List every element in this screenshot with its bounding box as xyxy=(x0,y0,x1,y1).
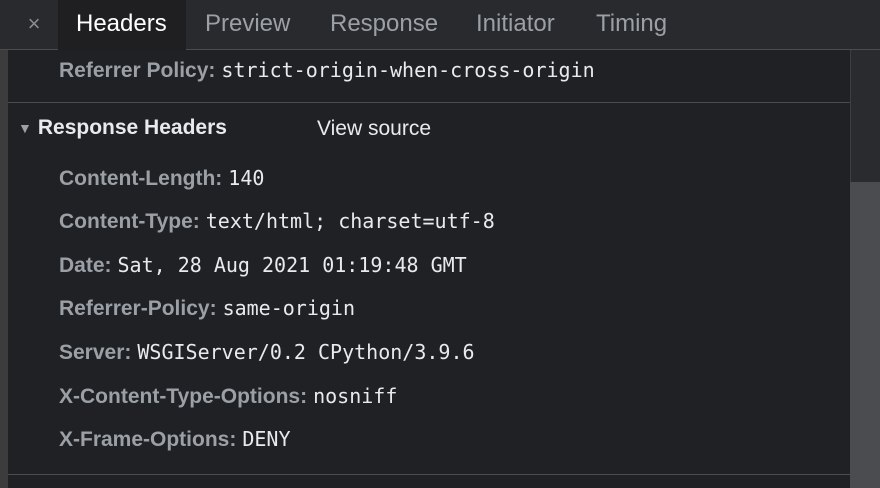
tab-initiator[interactable]: Initiator xyxy=(476,0,555,50)
devtools-network-panel: × Headers Preview Response Initiator Tim… xyxy=(0,0,880,488)
section-title: Response Headers xyxy=(37,116,227,139)
header-row-x-frame-options: X-Frame-Options: DENY xyxy=(59,427,291,452)
header-value: WSGIServer/0.2 CPython/3.9.6 xyxy=(137,340,475,364)
header-value: nosniff xyxy=(313,384,398,408)
response-headers-toggle[interactable]: ▼ Response Headers xyxy=(18,116,227,144)
left-gutter xyxy=(0,0,8,488)
tab-headers[interactable]: Headers xyxy=(58,0,186,50)
header-name: X-Frame-Options: xyxy=(59,428,237,451)
close-icon[interactable]: × xyxy=(22,8,46,40)
tab-response[interactable]: Response xyxy=(330,0,438,50)
header-row-x-content-type-options: X-Content-Type-Options: nosniff xyxy=(59,384,397,409)
tab-timing[interactable]: Timing xyxy=(596,0,667,50)
header-row-content-type: Content-Type: text/html; charset=utf-8 xyxy=(59,209,495,234)
header-value: text/html; charset=utf-8 xyxy=(205,209,495,233)
triangle-down-icon: ▼ xyxy=(18,120,32,136)
header-name: Referrer-Policy: xyxy=(59,297,217,320)
header-name: Content-Type: xyxy=(59,210,200,233)
header-value: same-origin xyxy=(222,296,356,320)
header-name: Content-Length: xyxy=(59,167,223,190)
general-referrer-policy-row: Referrer Policy: strict-origin-when-cross… xyxy=(59,58,595,83)
scrollbar-thumb[interactable] xyxy=(850,182,880,488)
tab-bar: × Headers Preview Response Initiator Tim… xyxy=(0,0,880,50)
header-row-server: Server: WSGIServer/0.2 CPython/3.9.6 xyxy=(59,340,475,365)
tab-preview[interactable]: Preview xyxy=(205,0,290,50)
header-value: 140 xyxy=(228,166,265,190)
section-divider xyxy=(8,474,850,475)
header-value: Sat, 28 Aug 2021 01:19:48 GMT xyxy=(117,253,467,277)
header-name: Referrer Policy: xyxy=(59,59,216,82)
header-value: strict-origin-when-cross-origin xyxy=(221,58,595,82)
header-name: Server: xyxy=(59,341,132,364)
header-row-referrer-policy: Referrer-Policy: same-origin xyxy=(59,296,355,321)
view-source-link[interactable]: View source xyxy=(317,117,431,141)
header-row-date: Date: Sat, 28 Aug 2021 01:19:48 GMT xyxy=(59,253,467,278)
header-name: X-Content-Type-Options: xyxy=(59,385,308,408)
section-divider xyxy=(8,102,850,103)
header-row-content-length: Content-Length: 140 xyxy=(59,166,264,191)
header-value: DENY xyxy=(242,427,291,451)
header-name: Date: xyxy=(59,254,112,277)
